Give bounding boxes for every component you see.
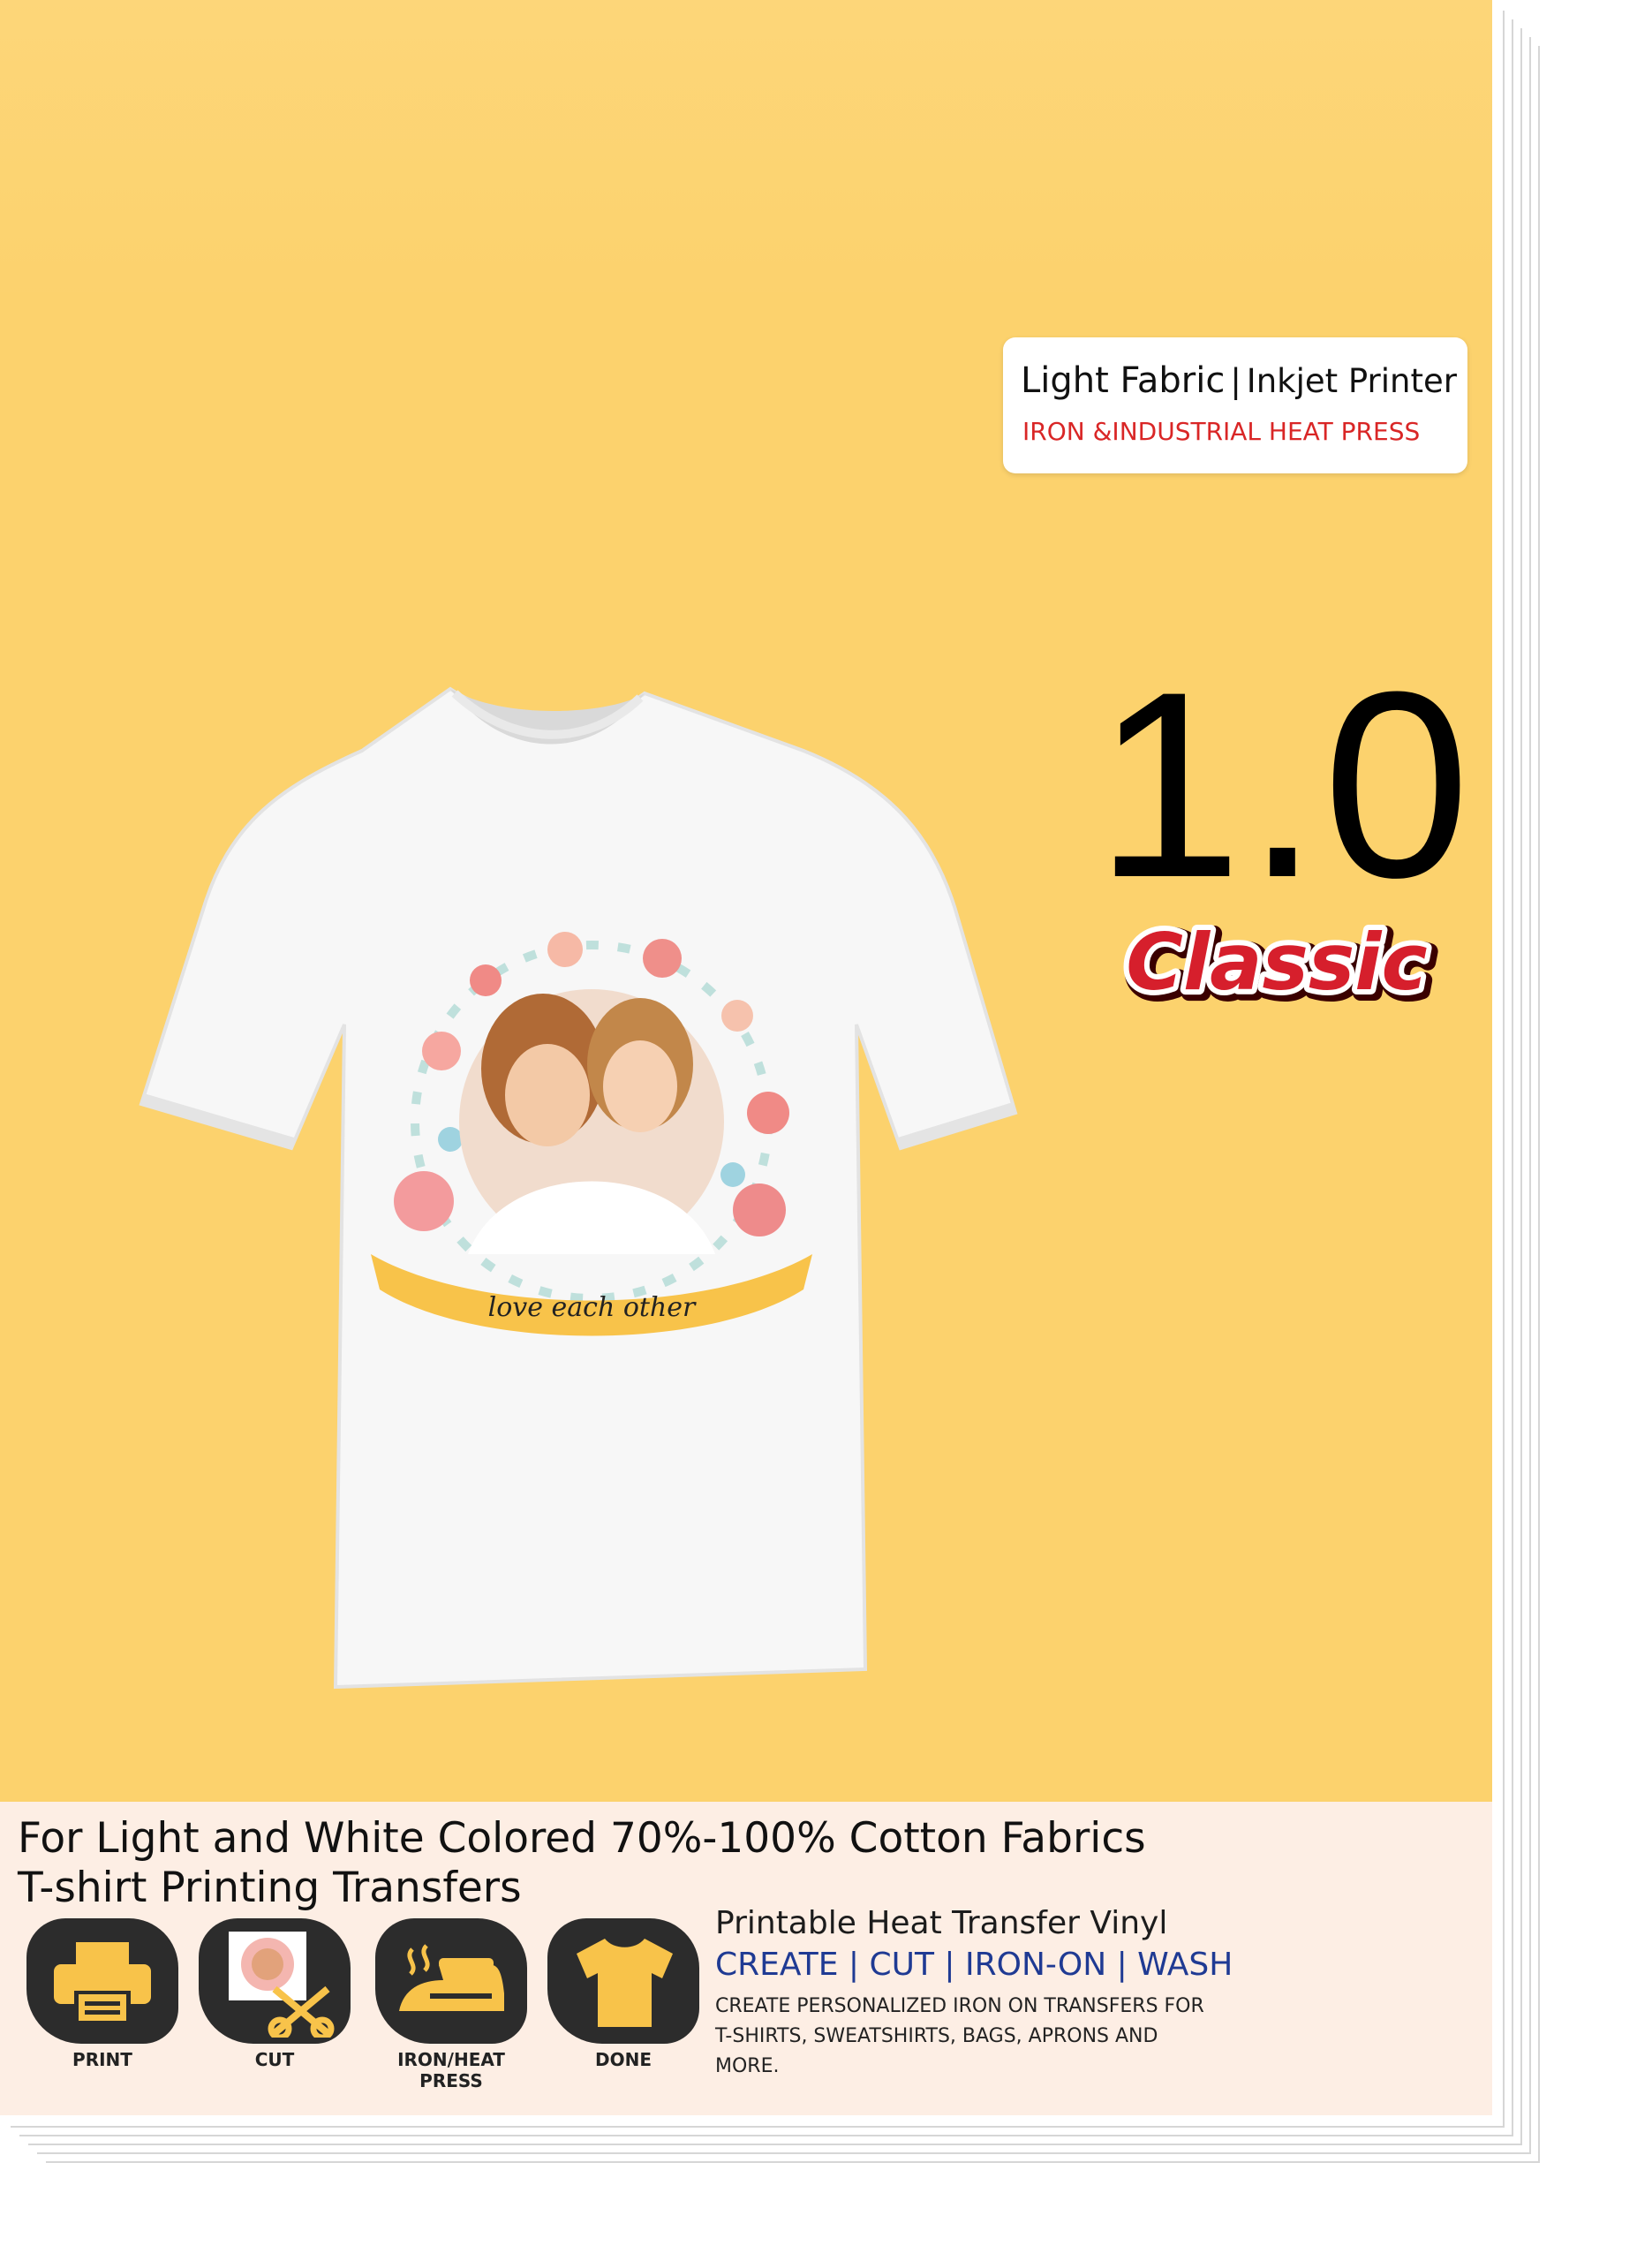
pack-top-highlight <box>0 0 1492 300</box>
step-iron-label: IRON/HEAT PRESS <box>397 2049 505 2091</box>
scissors-icon <box>229 1932 335 2038</box>
product-pack: Light Fabric | Inkjet Printer IRON &INDUST… <box>0 0 1492 2115</box>
classic-logo: Classic Classic Classic <box>1120 911 1438 1017</box>
printer-icon <box>54 1942 151 2023</box>
tshirt-icon <box>577 1939 673 2027</box>
headline-line1: For Light and White Colored 70%-100% Cot… <box>18 1814 1146 1863</box>
iron-icon <box>399 1944 504 2011</box>
step-done-label: DONE <box>594 2049 652 2070</box>
badge-separator: | <box>1230 362 1241 400</box>
fabric-badge: Light Fabric | Inkjet Printer IRON &INDUST… <box>1003 337 1467 473</box>
banner-text: love each other <box>488 1292 697 1323</box>
step-done <box>547 1918 699 2044</box>
badge-title: Light Fabric | Inkjet Printer <box>1021 360 1457 401</box>
step-print-label: PRINT <box>72 2049 132 2070</box>
badge-heat-press: IRON &INDUSTRIAL HEAT PRESS <box>1022 417 1421 446</box>
badge-fabric: Light Fabric <box>1021 360 1226 401</box>
product-type: Printable Heat Transfer Vinyl <box>715 1905 1168 1941</box>
version-number: 1.0 <box>1095 636 1475 933</box>
step-iron <box>375 1918 527 2044</box>
step-cut <box>199 1918 351 2044</box>
headline-line2: T-shirt Printing Transfers <box>18 1864 522 1912</box>
badge-printer: Inkjet Printer <box>1246 362 1457 400</box>
product-description: CREATE PERSONALIZED IRON ON TRANSFERS FO… <box>715 1995 1204 2077</box>
product-actions: CREATE | CUT | IRON-ON | WASH <box>715 1947 1233 1983</box>
step-print <box>26 1918 178 2044</box>
tshirt-illustration: love each other <box>139 686 1018 1690</box>
step-cut-label: CUT <box>254 2049 295 2070</box>
classic-text: Classic <box>1126 917 1427 1008</box>
